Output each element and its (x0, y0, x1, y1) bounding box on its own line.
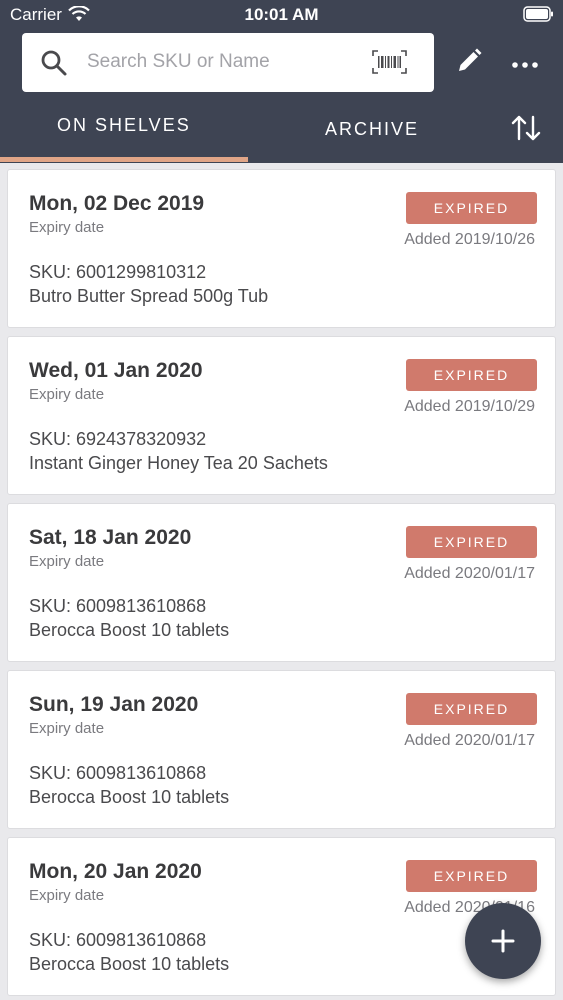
tab-archive[interactable]: ARCHIVE (248, 103, 496, 153)
search-input[interactable] (87, 45, 357, 79)
list-item[interactable]: Sat, 18 Jan 2020 Expiry date EXPIRED Add… (7, 503, 556, 662)
status-badge: EXPIRED (406, 526, 537, 558)
added-date: Added 2019/10/26 (404, 231, 535, 248)
expiry-date: Sun, 19 Jan 2020 (29, 693, 199, 716)
product-name: Butro Butter Spread 500g Tub (29, 286, 269, 306)
product-name: Berocca Boost 10 tablets (29, 954, 230, 974)
product-name: Berocca Boost 10 tablets (29, 787, 230, 807)
active-tab-indicator (0, 157, 248, 162)
status-badge: EXPIRED (406, 693, 537, 725)
expiry-date: Sat, 18 Jan 2020 (29, 526, 192, 549)
plus-icon (491, 929, 515, 953)
add-item-button[interactable] (465, 903, 541, 979)
list-item[interactable]: Wed, 01 Jan 2020 Expiry date EXPIRED Add… (7, 336, 556, 495)
expiry-date-label: Expiry date (29, 553, 105, 570)
expiry-date-label: Expiry date (29, 386, 105, 403)
sku-text: SKU: 6009813610868 (29, 763, 207, 783)
product-list[interactable]: Mon, 02 Dec 2019 Expiry date EXPIRED Add… (0, 163, 563, 1000)
status-badge: EXPIRED (406, 359, 537, 391)
expiry-date-label: Expiry date (29, 887, 105, 904)
expiry-date: Wed, 01 Jan 2020 (29, 359, 203, 382)
expiry-date: Mon, 02 Dec 2019 (29, 192, 205, 215)
sku-text: SKU: 6009813610868 (29, 596, 207, 616)
search-box[interactable] (22, 33, 434, 92)
added-date: Added 2020/01/17 (404, 565, 535, 582)
product-name: Berocca Boost 10 tablets (29, 620, 230, 640)
pencil-icon[interactable] (455, 47, 483, 75)
added-date: Added 2020/01/17 (404, 732, 535, 749)
sku-text: SKU: 6924378320932 (29, 429, 207, 449)
product-name: Instant Ginger Honey Tea 20 Sachets (29, 453, 328, 473)
expiry-date: Mon, 20 Jan 2020 (29, 860, 202, 883)
status-time: 10:01 AM (244, 5, 319, 24)
added-date: Added 2019/10/29 (404, 398, 535, 415)
sku-text: SKU: 6001299810312 (29, 262, 207, 282)
list-item[interactable]: Sun, 19 Jan 2020 Expiry date EXPIRED Add… (7, 670, 556, 829)
status-badge: EXPIRED (406, 192, 537, 224)
battery-icon (523, 6, 553, 22)
tab-on-shelves[interactable]: ON SHELVES (0, 103, 248, 153)
search-icon (41, 50, 67, 76)
status-bar: Carrier 10:01 AM (0, 0, 563, 30)
expiry-date-label: Expiry date (29, 219, 105, 236)
sort-arrows-icon[interactable] (511, 114, 541, 142)
app-header: Carrier 10:01 AM Search SKU or Name ON S… (0, 0, 563, 163)
sku-text: SKU: 6009813610868 (29, 930, 207, 950)
list-item[interactable]: Mon, 02 Dec 2019 Expiry date EXPIRED Add… (7, 169, 556, 328)
barcode-icon[interactable] (372, 50, 407, 74)
more-dots-icon[interactable] (511, 58, 539, 72)
status-badge: EXPIRED (406, 860, 537, 892)
expiry-date-label: Expiry date (29, 720, 105, 737)
